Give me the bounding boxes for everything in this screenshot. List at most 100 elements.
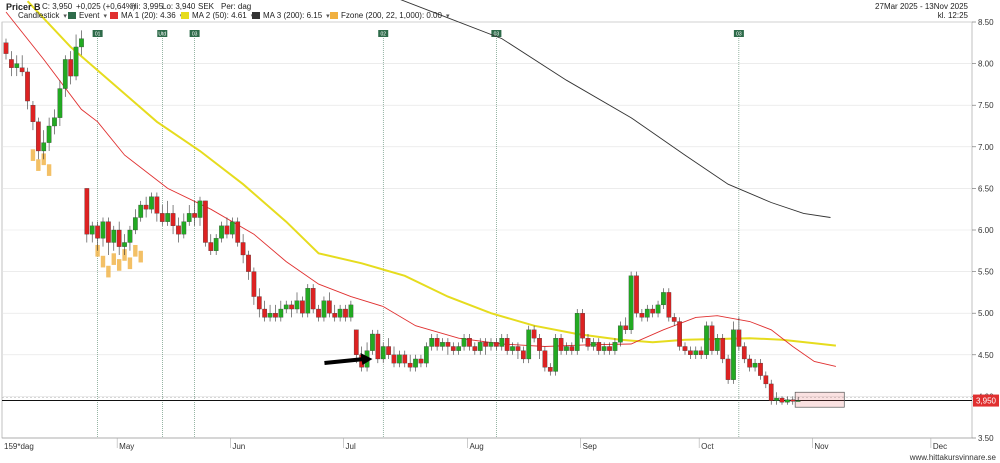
candle-body <box>300 300 305 314</box>
month-label: Aug <box>469 442 483 451</box>
candle-body <box>440 342 445 347</box>
candle-body <box>494 342 499 347</box>
candle-body <box>278 308 284 318</box>
fzone-bar <box>127 257 133 270</box>
month-label: Nov <box>814 442 828 451</box>
chevron-down-icon[interactable]: ▾ <box>103 13 107 20</box>
candle-body <box>181 221 187 235</box>
candle-body <box>122 242 127 247</box>
candle-body <box>402 354 408 364</box>
candle-body <box>472 346 478 351</box>
candle-body <box>273 313 278 318</box>
candle-body <box>14 63 20 68</box>
candle-body <box>348 304 354 318</box>
candle-body <box>795 400 801 402</box>
candle-body <box>709 325 715 351</box>
fzone-bar <box>100 255 106 268</box>
currency: SEK <box>198 2 215 11</box>
candle-body <box>758 362 763 376</box>
candle-body <box>95 225 100 239</box>
candle-body <box>159 213 165 222</box>
candle-body <box>407 362 413 368</box>
candle-body <box>370 333 375 351</box>
chevron-down-icon[interactable]: ▾ <box>446 13 450 20</box>
candle-body <box>601 346 607 351</box>
candle-body <box>456 346 462 351</box>
candle-body <box>332 313 338 318</box>
candle-body <box>644 308 650 318</box>
candle-body <box>240 242 246 256</box>
low-price: Lo: 3,940 <box>162 2 196 11</box>
candle-body <box>483 342 488 347</box>
candle-body <box>79 38 84 48</box>
candle-body <box>353 329 359 355</box>
candle-body <box>197 200 203 218</box>
event-label: 02 <box>380 32 386 38</box>
fzone-swatch <box>330 12 338 19</box>
legend-ma1[interactable]: MA 1 (20): 4.36▾ <box>110 11 183 20</box>
candle-body <box>154 196 160 214</box>
candle-body <box>337 308 343 318</box>
y-tick-label: 7.50 <box>978 101 994 110</box>
candle-body <box>671 317 677 322</box>
candle-body <box>499 338 505 347</box>
candle-body <box>752 362 758 368</box>
event-label: 03 <box>192 32 198 38</box>
legend-event[interactable]: Event ▾ <box>68 11 107 20</box>
fzone-bar <box>36 159 41 171</box>
candle-body <box>504 338 510 351</box>
candle-body <box>321 300 327 318</box>
candle-body <box>305 288 311 314</box>
candle-body <box>52 117 57 127</box>
event-label: Utd <box>158 32 166 38</box>
candle-body <box>316 308 321 318</box>
candle-body <box>57 88 63 118</box>
time-label: kl. 12:25 <box>937 11 968 20</box>
candle-body <box>386 346 391 355</box>
footer-url: www.hittakursvinnare.se <box>909 453 996 462</box>
candle-body <box>698 350 704 355</box>
candle-body <box>564 346 569 351</box>
candle-body <box>213 238 219 251</box>
month-label: Jul <box>346 442 356 451</box>
legend-ma2[interactable]: MA 2 (50): 4.61▾ <box>181 11 254 20</box>
candle-body <box>747 358 753 368</box>
candle-body <box>714 338 720 351</box>
chevron-down-icon[interactable]: ▾ <box>63 13 67 20</box>
candle-body <box>138 204 144 218</box>
candle-body <box>547 367 553 372</box>
legend-fzone[interactable]: Fzone (200, 22, 1,000): 0.00 ▾ <box>330 11 449 20</box>
candle-body <box>617 325 623 343</box>
candle-body <box>283 304 289 310</box>
candle-body <box>477 342 483 351</box>
y-tick-label: 3.50 <box>978 434 994 443</box>
candle-body <box>149 196 154 210</box>
candle-body <box>650 308 656 314</box>
candle-body <box>30 105 36 122</box>
legend-candlestick[interactable]: Candlestick ▾ <box>18 11 67 20</box>
candle-body <box>219 225 224 239</box>
legend-ma3[interactable]: MA 3 (200): 6.15 ▾ <box>252 11 330 20</box>
candle-body <box>186 213 192 222</box>
candle-body <box>623 325 629 330</box>
candle-body <box>725 358 731 380</box>
candle-body <box>397 354 402 364</box>
fzone-bar <box>116 259 122 271</box>
candle-body <box>203 200 208 243</box>
candle-body <box>289 304 294 310</box>
candle-body <box>768 383 774 401</box>
price-chart: 3.504.004.505.005.506.006.507.007.508.00… <box>1 0 999 451</box>
candle-body <box>558 338 564 351</box>
candle-body <box>666 292 672 318</box>
candle-body <box>450 346 456 351</box>
candle-body <box>380 346 386 360</box>
candle-body <box>720 338 726 360</box>
candle-body <box>526 329 532 360</box>
candle-body <box>170 213 176 226</box>
candle-body <box>779 397 785 403</box>
candle-body <box>731 329 736 380</box>
y-tick-label: 7.00 <box>978 143 994 152</box>
candle-body <box>569 346 575 351</box>
candle-body <box>46 125 52 143</box>
candle-body <box>418 358 424 364</box>
